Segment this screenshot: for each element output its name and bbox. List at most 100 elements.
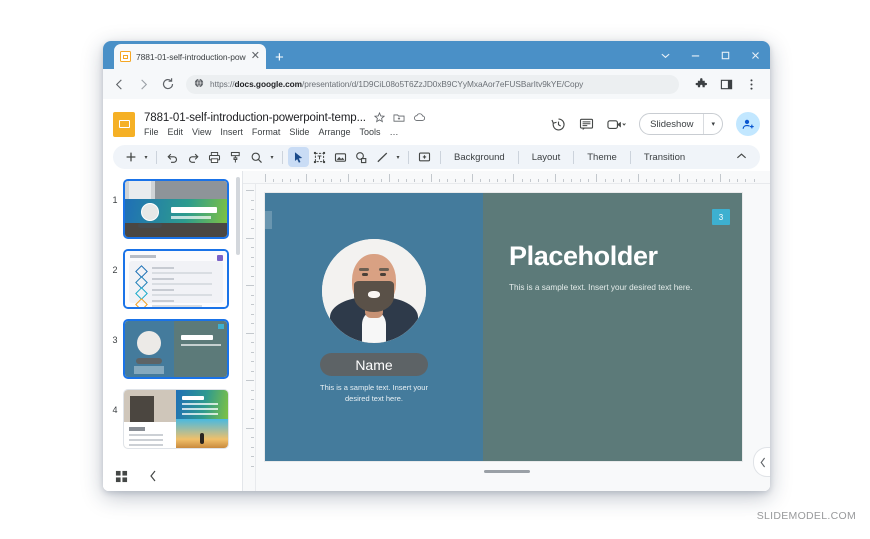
menu-file[interactable]: File xyxy=(144,127,159,137)
share-button[interactable] xyxy=(736,112,760,136)
google-slides-app: 7881-01-self-introduction-powerpoint-tem… xyxy=(103,99,770,491)
text-box-icon[interactable] xyxy=(309,147,330,167)
menu-arrange[interactable]: Arrange xyxy=(318,127,350,137)
slide-number-4: 4 xyxy=(112,405,118,415)
slide-thumbnail-4[interactable] xyxy=(123,389,229,449)
theme-button[interactable]: Theme xyxy=(579,152,625,163)
image-icon[interactable] xyxy=(330,147,351,167)
menu-insert[interactable]: Insert xyxy=(220,127,243,137)
minimize-icon[interactable] xyxy=(680,41,710,69)
toolbar-divider-7 xyxy=(629,150,631,164)
zoom-dropdown-icon[interactable]: ▾ xyxy=(267,154,277,161)
close-icon[interactable] xyxy=(740,41,770,69)
menu-edit[interactable]: Edit xyxy=(168,127,184,137)
horizontal-ruler xyxy=(243,171,770,184)
filmstrip-scrollbar[interactable] xyxy=(236,177,240,255)
slide-filmstrip[interactable]: 1 2 3 4 xyxy=(103,171,243,491)
line-dropdown-icon[interactable]: ▾ xyxy=(393,154,403,161)
vertical-ruler xyxy=(243,184,256,491)
redo-icon[interactable] xyxy=(183,147,204,167)
address-bar[interactable]: https://docs.google.com/presentation/d/1… xyxy=(186,74,679,94)
toolbar-divider-3 xyxy=(408,150,409,164)
background-button[interactable]: Background xyxy=(446,152,513,163)
list-item[interactable]: 2 xyxy=(103,249,242,309)
toolbar-divider-2 xyxy=(282,150,283,164)
new-tab-button[interactable]: + xyxy=(275,50,284,65)
comment-icon[interactable] xyxy=(579,117,594,132)
slideshow-dropdown-icon[interactable]: ▾ xyxy=(704,120,722,128)
menu-bar: File Edit View Insert Format Slide Arran… xyxy=(144,127,551,137)
version-history-icon[interactable] xyxy=(551,117,566,132)
present-camera-icon[interactable] xyxy=(607,118,626,131)
notes-collapse-icon[interactable] xyxy=(753,447,770,477)
paint-format-icon[interactable] xyxy=(225,147,246,167)
new-slide-dropdown-icon[interactable]: ▾ xyxy=(141,154,151,161)
slide-thumbnail-3[interactable] xyxy=(123,319,229,379)
toolbar-divider xyxy=(156,150,157,164)
portrait-illustration xyxy=(322,239,426,343)
browser-tab[interactable]: 7881-01-self-introduction-powe ✕ xyxy=(114,44,266,69)
active-slide[interactable]: Name This is a sample text. Insert your … xyxy=(265,193,742,461)
more-menu-icon[interactable] xyxy=(744,77,759,92)
slide-thumbnail-2[interactable] xyxy=(123,249,229,309)
list-item[interactable]: 4 xyxy=(103,389,242,449)
undo-icon[interactable] xyxy=(162,147,183,167)
document-title-block: 7881-01-self-introduction-powerpoint-tem… xyxy=(144,112,551,137)
zoom-icon[interactable] xyxy=(246,147,267,167)
forward-icon[interactable] xyxy=(136,77,151,92)
left-caption-text[interactable]: This is a sample text. Insert your desir… xyxy=(315,383,433,405)
tab-close-icon[interactable]: ✕ xyxy=(251,51,260,62)
browser-toolbar-right xyxy=(694,77,761,92)
line-icon[interactable] xyxy=(372,147,393,167)
slide-number-3: 3 xyxy=(112,335,118,345)
filmstrip-collapse-icon[interactable] xyxy=(148,470,158,482)
toolbar-divider-4 xyxy=(440,150,441,164)
star-icon[interactable] xyxy=(373,112,385,123)
menu-view[interactable]: View xyxy=(192,127,211,137)
menu-slide[interactable]: Slide xyxy=(289,127,309,137)
thumbnail-art-2 xyxy=(125,251,227,307)
slide-subtitle[interactable]: This is a sample text. Insert your desir… xyxy=(509,283,742,292)
slide-thumbnail-1[interactable] xyxy=(123,179,229,239)
maximize-icon[interactable] xyxy=(710,41,740,69)
slide-right-panel: 3 Placeholder This is a sample text. Ins… xyxy=(483,193,742,461)
toolbar-collapse-icon[interactable] xyxy=(736,152,753,162)
slideshow-label: Slideshow xyxy=(650,118,694,130)
page-title[interactable]: 7881-01-self-introduction-powerpoint-tem… xyxy=(144,112,366,124)
slide-number-1: 1 xyxy=(112,195,118,205)
extensions-icon[interactable] xyxy=(694,77,709,92)
list-item[interactable]: 1 xyxy=(103,179,242,239)
grid-view-icon[interactable] xyxy=(115,470,128,483)
toolbar-divider-5 xyxy=(517,150,519,164)
move-to-folder-icon[interactable] xyxy=(393,112,405,123)
menu-tools[interactable]: Tools xyxy=(359,127,380,137)
new-slide-icon[interactable] xyxy=(120,147,141,167)
select-icon[interactable] xyxy=(288,147,309,167)
thumbnail-art-4 xyxy=(124,390,228,448)
name-placeholder[interactable]: Name xyxy=(320,353,428,376)
back-icon[interactable] xyxy=(112,77,127,92)
print-icon[interactable] xyxy=(204,147,225,167)
workspace: 1 2 3 4 Name This is a sample text. Inse… xyxy=(103,171,770,491)
menu-more[interactable]: … xyxy=(389,127,398,137)
toolbar-divider-6 xyxy=(573,150,575,164)
vertical-ruler-ticks xyxy=(245,190,254,475)
cloud-saved-icon[interactable] xyxy=(413,112,426,123)
side-panel-icon[interactable] xyxy=(719,77,734,92)
avatar[interactable] xyxy=(322,239,426,343)
document-header: 7881-01-self-introduction-powerpoint-tem… xyxy=(103,99,770,145)
comment-add-icon[interactable] xyxy=(414,147,435,167)
shape-icon[interactable] xyxy=(351,147,372,167)
slideshow-button[interactable]: Slideshow ▾ xyxy=(639,113,723,135)
document-header-actions: Slideshow ▾ xyxy=(551,112,760,136)
slide-canvas-area: Name This is a sample text. Insert your … xyxy=(243,171,770,491)
reload-icon[interactable] xyxy=(160,77,175,92)
list-item[interactable]: 3 xyxy=(103,319,242,379)
layout-button[interactable]: Layout xyxy=(524,152,569,163)
transition-button[interactable]: Transition xyxy=(636,152,693,163)
watermark: SLIDEMODEL.COM xyxy=(756,510,856,522)
menu-format[interactable]: Format xyxy=(252,127,281,137)
speaker-notes-drag-handle[interactable] xyxy=(483,470,530,473)
chevron-down-icon[interactable] xyxy=(650,41,680,69)
slide-title[interactable]: Placeholder xyxy=(509,241,742,272)
